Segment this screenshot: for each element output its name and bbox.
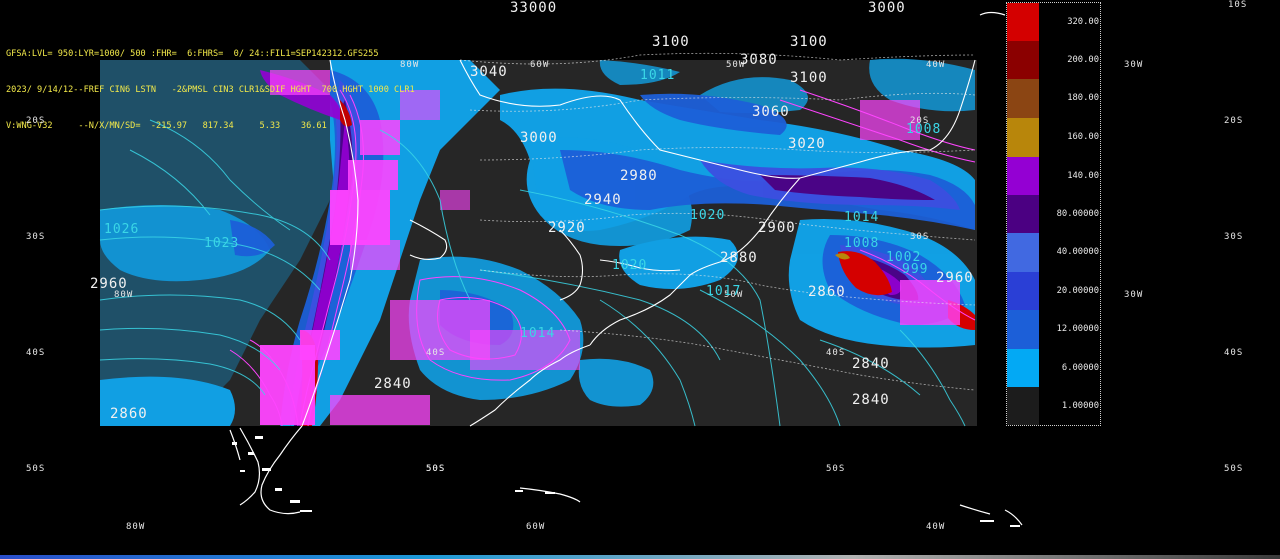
colorbar-row: 160.00: [1007, 118, 1100, 157]
colorbar-row: 20.00000: [1007, 272, 1100, 310]
height-contour-label: 2980: [620, 168, 658, 184]
colorbar-label: 180.00: [1067, 93, 1099, 103]
isobar-label: 1020: [612, 258, 648, 273]
colorbar-row: 40.00000: [1007, 233, 1100, 272]
latitude-label: 50S: [26, 464, 46, 474]
height-contour-label: 2840: [852, 392, 890, 408]
colorbar-row: 140.00: [1007, 157, 1100, 195]
colorbar-row: 80.00000: [1007, 195, 1100, 233]
colorbar-label: 12.00000: [1056, 324, 1099, 334]
colorbar-swatch: [1007, 118, 1039, 157]
colorbar-swatch: [1007, 233, 1039, 272]
colorbar-swatch: [1007, 3, 1039, 41]
longitude-label: 40W: [926, 522, 946, 532]
colorbar-label: 1.00000: [1061, 401, 1099, 411]
isobar-label: 1008: [844, 236, 880, 251]
height-contour-label: 2840: [374, 376, 412, 392]
isobar-label: 1026: [104, 222, 140, 237]
height-contour-label: 3080: [740, 52, 778, 68]
height-contour-label: 2840: [852, 356, 890, 372]
latitude-label: 40S: [826, 348, 846, 358]
colorbar-label: 20.00000: [1056, 286, 1099, 296]
isobar-label: 1008: [906, 122, 942, 137]
longitude-label: 60W: [526, 522, 546, 532]
height-contour-label: 2860: [808, 284, 846, 300]
latitude-label: 10S: [1228, 0, 1248, 10]
height-contour-label: 3000: [520, 130, 558, 146]
height-contour-label: 3000: [868, 0, 906, 16]
height-contour-label: 3020: [788, 136, 826, 152]
height-contour-label: 2900: [758, 220, 796, 236]
longitude-label: 30W: [1124, 290, 1144, 300]
colorbar-swatch: [1007, 310, 1039, 349]
colorbar-row: 1.00000: [1007, 387, 1100, 425]
colorbar-label: 200.00: [1067, 55, 1099, 65]
colorbar-swatch: [1007, 79, 1039, 118]
latitude-label: 50S: [426, 464, 446, 474]
height-contour-label: 3040: [470, 64, 508, 80]
header-line-1: GFSA:LVL= 950:LYR=1000/ 500 :FHR= 6:FHRS…: [6, 49, 379, 59]
height-contour-label: 2940: [584, 192, 622, 208]
latitude-label: 30S: [1224, 232, 1244, 242]
isobar-label: 1014: [844, 210, 880, 225]
colorbar-swatch: [1007, 349, 1039, 387]
isobar-label: 1023: [204, 236, 240, 251]
height-contour-label: 3100: [790, 34, 828, 50]
latitude-label: 20S: [1224, 116, 1244, 126]
longitude-label: 30W: [1124, 60, 1144, 70]
isobar-label: 999: [902, 262, 929, 277]
latitude-label: 40S: [426, 348, 446, 358]
southern-cone-islands: [232, 436, 1020, 527]
latitude-label: 20S: [26, 116, 46, 126]
height-contour-label: 3100: [652, 34, 690, 50]
colorbar-label: 320.00: [1067, 17, 1099, 27]
height-contour-label: 2860: [110, 406, 148, 422]
height-contour-label: 3060: [752, 104, 790, 120]
colorbar-row: 320.00: [1007, 3, 1100, 41]
colorbar-row: 6.00000: [1007, 349, 1100, 387]
latitude-label: 50S: [1224, 464, 1244, 474]
colorbar: 320.00 200.00 180.00 160.00 140.00 80.00…: [1006, 2, 1101, 426]
height-contour-label: 2960: [936, 270, 974, 286]
colorbar-label: 80.00000: [1056, 209, 1099, 219]
longitude-label: 40W: [926, 60, 946, 70]
isobar-label: 1017: [706, 284, 742, 299]
weather-map-display: GFSA:LVL= 950:LYR=1000/ 500 :FHR= 6:FHRS…: [0, 0, 1280, 559]
latitude-label: 30S: [26, 232, 46, 242]
bottom-color-strip: [0, 555, 1280, 559]
height-contour-label: 2960: [90, 276, 128, 292]
colorbar-row: 12.00000: [1007, 310, 1100, 349]
height-contour-label: 2920: [548, 220, 586, 236]
colorbar-swatch: [1007, 195, 1039, 233]
isobar-label: 1020: [690, 208, 726, 223]
isobar-label: 1014: [520, 326, 556, 341]
latitude-label: 40S: [1224, 348, 1244, 358]
header-block: GFSA:LVL= 950:LYR=1000/ 500 :FHR= 6:FHRS…: [6, 24, 415, 156]
longitude-label: 80W: [126, 522, 146, 532]
height-contour-label: 2880: [720, 250, 758, 266]
colorbar-swatch: [1007, 41, 1039, 79]
latitude-label: 40S: [26, 348, 46, 358]
height-contour-label: 3100: [790, 70, 828, 86]
header-line-2: 2023/ 9/14/12--FREF CIN6 LSTN -2&PMSL CI…: [6, 85, 415, 95]
latitude-label: 50S: [826, 464, 846, 474]
height-contour-label: 33000: [510, 0, 558, 16]
colorbar-row: 180.00: [1007, 79, 1100, 118]
colorbar-label: 6.00000: [1061, 363, 1099, 373]
colorbar-row: 200.00: [1007, 41, 1100, 79]
colorbar-label: 160.00: [1067, 132, 1099, 142]
colorbar-label: 140.00: [1067, 171, 1099, 181]
colorbar-label: 40.00000: [1056, 247, 1099, 257]
header-line-3: V:WNG-V32 --N/X/MN/SD= -215.97 817.34 5.…: [6, 121, 327, 131]
colorbar-swatch: [1007, 387, 1039, 425]
longitude-label: 60W: [530, 60, 550, 70]
latitude-label: 30S: [910, 232, 930, 242]
isobar-label: 1011: [640, 68, 676, 83]
colorbar-swatch: [1007, 272, 1039, 310]
colorbar-swatch: [1007, 157, 1039, 195]
longitude-label: 80W: [400, 60, 420, 70]
